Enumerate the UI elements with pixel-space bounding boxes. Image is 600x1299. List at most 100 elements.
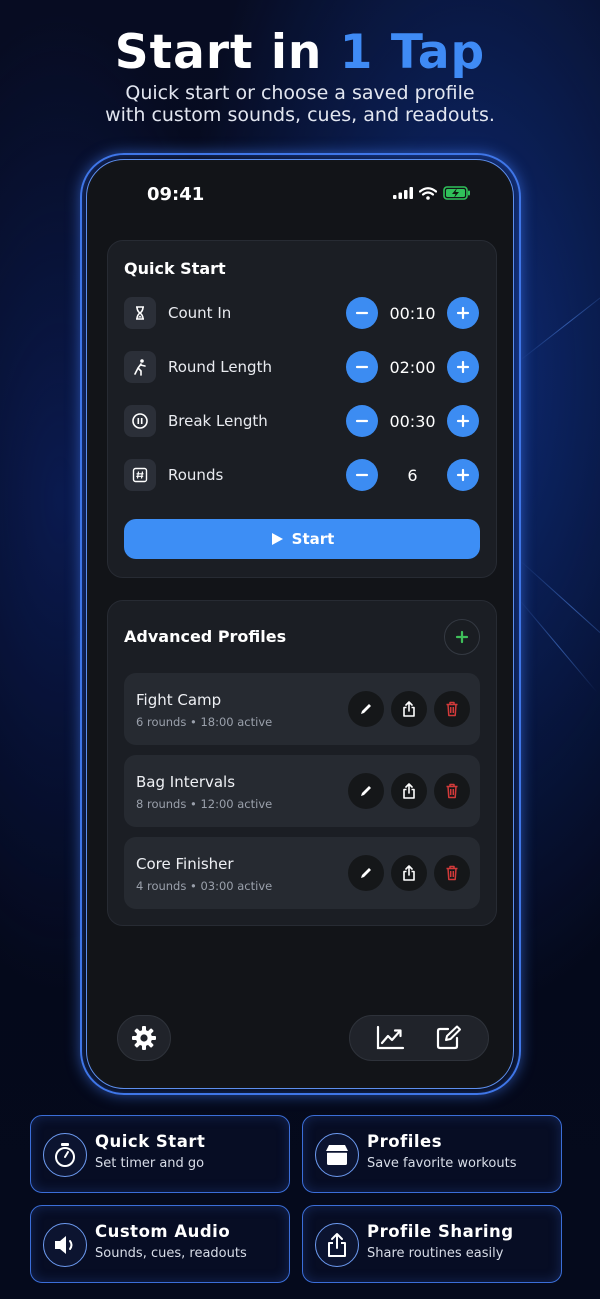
share-profile-button[interactable] (391, 773, 427, 809)
break-length-stepper: 00:30 (346, 405, 479, 437)
bottom-nav-pill (349, 1015, 489, 1061)
profile-actions (348, 691, 470, 727)
break-length-value: 00:30 (389, 411, 436, 431)
feature-subtitle: Sounds, cues, readouts (95, 1246, 247, 1261)
plus-icon (456, 306, 470, 320)
round-length-value: 02:00 (389, 357, 436, 377)
start-button[interactable]: Start (124, 519, 480, 559)
feature-title: Quick Start (95, 1132, 206, 1151)
share-icon (403, 701, 415, 717)
round-length-increment-button[interactable] (447, 351, 479, 383)
plus-icon (456, 360, 470, 374)
chart-trend-icon (376, 1025, 405, 1050)
feature-tile-profile-sharing: Profile Sharing Share routines easily (302, 1205, 562, 1283)
feature-tile-custom-audio: Custom Audio Sounds, cues, readouts (30, 1205, 290, 1283)
break-length-increment-button[interactable] (447, 405, 479, 437)
advanced-profiles-card: Advanced Profiles Fight Camp 6 rounds • … (107, 600, 497, 926)
delete-profile-button[interactable] (434, 855, 470, 891)
profile-meta: 6 rounds • 18:00 active (136, 715, 273, 729)
add-profile-button[interactable] (444, 619, 480, 655)
share-icon (403, 783, 415, 799)
pencil-icon (361, 786, 371, 796)
feature-subtitle: Share routines easily (367, 1246, 504, 1261)
round-length-row: Round Length 02:00 (124, 347, 480, 387)
count-in-increment-button[interactable] (447, 297, 479, 329)
break-length-row: Break Length 00:30 (124, 401, 480, 441)
rounds-stepper: 6 (346, 459, 479, 491)
rounds-decrement-button[interactable] (346, 459, 378, 491)
profile-item-bag-intervals[interactable]: Bag Intervals 8 rounds • 12:00 active (124, 755, 480, 827)
headline-prefix: Start in (114, 25, 340, 80)
status-time: 09:41 (147, 184, 205, 205)
subheadline-line-2: with custom sounds, cues, and readouts. (105, 104, 495, 126)
edit-profile-button[interactable] (348, 855, 384, 891)
profile-actions (348, 773, 470, 809)
minus-icon (355, 419, 369, 423)
share-icon (403, 865, 415, 881)
count-in-decrement-button[interactable] (346, 297, 378, 329)
trash-icon (446, 783, 458, 799)
battery-charging-icon (443, 186, 470, 200)
quick-start-card: Quick Start Count In 00:10 Round Length (107, 240, 497, 578)
delete-profile-button[interactable] (434, 691, 470, 727)
plus-icon (456, 468, 470, 482)
feature-title: Profile Sharing (367, 1222, 514, 1241)
profile-item-core-finisher[interactable]: Core Finisher 4 rounds • 03:00 active (124, 837, 480, 909)
profile-name: Core Finisher (136, 855, 234, 873)
compose-icon (436, 1025, 461, 1050)
trash-icon (446, 701, 458, 717)
background-streak (519, 560, 600, 655)
gear-icon (132, 1026, 156, 1050)
app-screen: 09:41 Quick Start Count In 00:10 Round L… (89, 162, 511, 1086)
headline-accent: 1 Tap (339, 25, 486, 80)
rounds-increment-button[interactable] (447, 459, 479, 491)
background-streak (519, 600, 598, 693)
count-in-value: 00:10 (389, 303, 436, 323)
share-icon (315, 1223, 359, 1267)
wifi-icon (419, 186, 437, 200)
subheadline: Quick start or choose a saved profile wi… (0, 82, 600, 126)
signal-icon (393, 187, 413, 199)
share-profile-button[interactable] (391, 855, 427, 891)
profile-actions (348, 855, 470, 891)
play-icon (271, 533, 283, 545)
feature-title: Profiles (367, 1132, 443, 1151)
profile-name: Fight Camp (136, 691, 222, 709)
delete-profile-button[interactable] (434, 773, 470, 809)
round-length-decrement-button[interactable] (346, 351, 378, 383)
break-length-decrement-button[interactable] (346, 405, 378, 437)
pencil-icon (361, 704, 371, 714)
headline: Start in 1 Tap (0, 28, 600, 78)
minus-icon (355, 473, 369, 477)
stopwatch-icon (43, 1133, 87, 1177)
round-length-stepper: 02:00 (346, 351, 479, 383)
edit-profile-button[interactable] (348, 773, 384, 809)
hourglass-icon (124, 297, 156, 329)
settings-button[interactable] (117, 1015, 171, 1061)
pencil-icon (361, 868, 371, 878)
advanced-profiles-title: Advanced Profiles (124, 627, 287, 646)
subheadline-line-1: Quick start or choose a saved profile (125, 82, 475, 104)
share-profile-button[interactable] (391, 691, 427, 727)
background-streak (519, 286, 600, 361)
feature-subtitle: Save favorite workouts (367, 1156, 517, 1171)
compose-button[interactable] (435, 1025, 463, 1051)
profile-meta: 4 rounds • 03:00 active (136, 879, 273, 893)
speaker-icon (43, 1223, 87, 1267)
feature-tile-profiles: Profiles Save favorite workouts (302, 1115, 562, 1193)
profile-item-fight-camp[interactable]: Fight Camp 6 rounds • 18:00 active (124, 673, 480, 745)
minus-icon (355, 311, 369, 315)
edit-profile-button[interactable] (348, 691, 384, 727)
phone-frame: 09:41 Quick Start Count In 00:10 Round L… (86, 159, 514, 1089)
profile-meta: 8 rounds • 12:00 active (136, 797, 273, 811)
count-in-row: Count In 00:10 (124, 293, 480, 333)
box-icon (315, 1133, 359, 1177)
status-icons (393, 186, 471, 200)
feature-subtitle: Set timer and go (95, 1156, 205, 1171)
quick-start-title: Quick Start (124, 259, 226, 278)
trash-icon (446, 865, 458, 881)
start-button-label: Start (291, 530, 335, 548)
rounds-value: 6 (407, 465, 418, 485)
minus-icon (355, 365, 369, 369)
stats-button[interactable] (375, 1025, 405, 1051)
